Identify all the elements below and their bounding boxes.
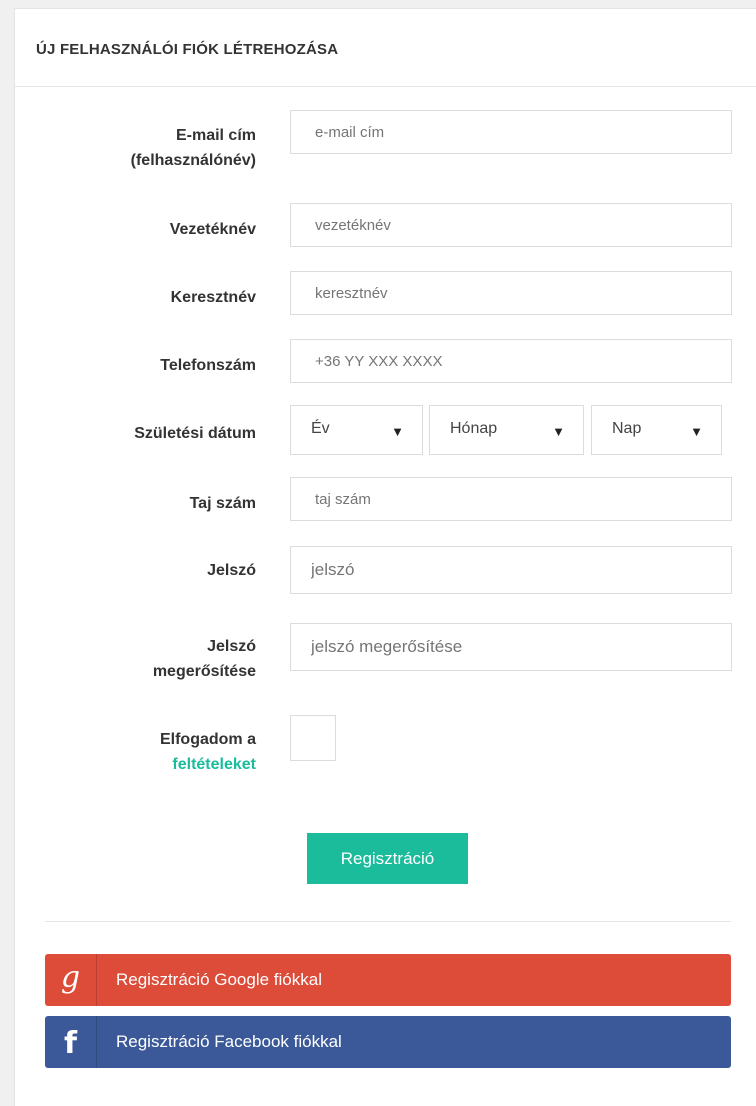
password-confirm-label-line2: megerősítése [152,663,256,680]
firstname-label: Keresztnév [170,289,256,306]
page-title: ÚJ FELHASZNÁLÓI FIÓK LÉTREHOZÁSA [36,41,339,58]
terms-label-line1: Elfogadom a [159,731,256,748]
terms-checkbox[interactable] [290,715,336,761]
phone-field[interactable] [290,339,732,383]
year-select-value: Év [311,420,330,437]
email-label-line1: E-mail cím [175,127,256,144]
google-register-button[interactable]: g Regisztráció Google fiókkal [45,954,731,1006]
day-select-value: Nap [612,420,642,437]
taj-field[interactable] [290,477,732,521]
facebook-register-label: Regisztráció Facebook fiókkal [116,1032,342,1051]
password-field[interactable] [290,546,732,594]
chevron-down-icon: ▼ [690,424,703,439]
google-icon-glyph: g [60,959,81,995]
divider [45,921,731,922]
month-select[interactable]: Hónap ▼ [429,405,584,455]
registration-panel: ÚJ FELHASZNÁLÓI FIÓK LÉTREHOZÁSA E-mail … [14,8,756,1106]
taj-label: Taj szám [189,495,256,512]
phone-label: Telefonszám [160,357,256,374]
email-label: E-mail cím (felhasználónév) [131,123,256,173]
facebook-icon-glyph: f [63,1025,78,1061]
firstname-field[interactable] [290,271,732,315]
year-select[interactable]: Év ▼ [290,405,423,455]
facebook-icon: f [45,1016,97,1068]
terms-label: Elfogadom a feltételeket [160,727,256,777]
google-register-label: Regisztráció Google fiókkal [116,970,322,989]
facebook-register-button[interactable]: f Regisztráció Facebook fiókkal [45,1016,731,1068]
lastname-label: Vezetéknév [169,221,256,238]
day-select[interactable]: Nap ▼ [591,405,722,455]
email-label-line2: (felhasználónév) [130,152,256,169]
panel-header: ÚJ FELHASZNÁLÓI FIÓK LÉTREHOZÁSA [15,9,756,87]
google-icon: g [45,954,97,1006]
birthdate-label: Születési dátum [134,425,256,442]
month-select-value: Hónap [450,420,498,437]
password-confirm-label: Jelszó megerősítése [153,634,256,684]
terms-link[interactable]: feltételeket [160,752,256,777]
password-confirm-field[interactable] [290,623,732,671]
lastname-field[interactable] [290,203,732,247]
register-button[interactable]: Regisztráció [307,833,468,884]
password-confirm-label-line1: Jelszó [207,638,256,655]
password-label: Jelszó [207,562,256,579]
chevron-down-icon: ▼ [391,424,404,439]
email-field[interactable] [290,110,732,154]
chevron-down-icon: ▼ [552,424,565,439]
